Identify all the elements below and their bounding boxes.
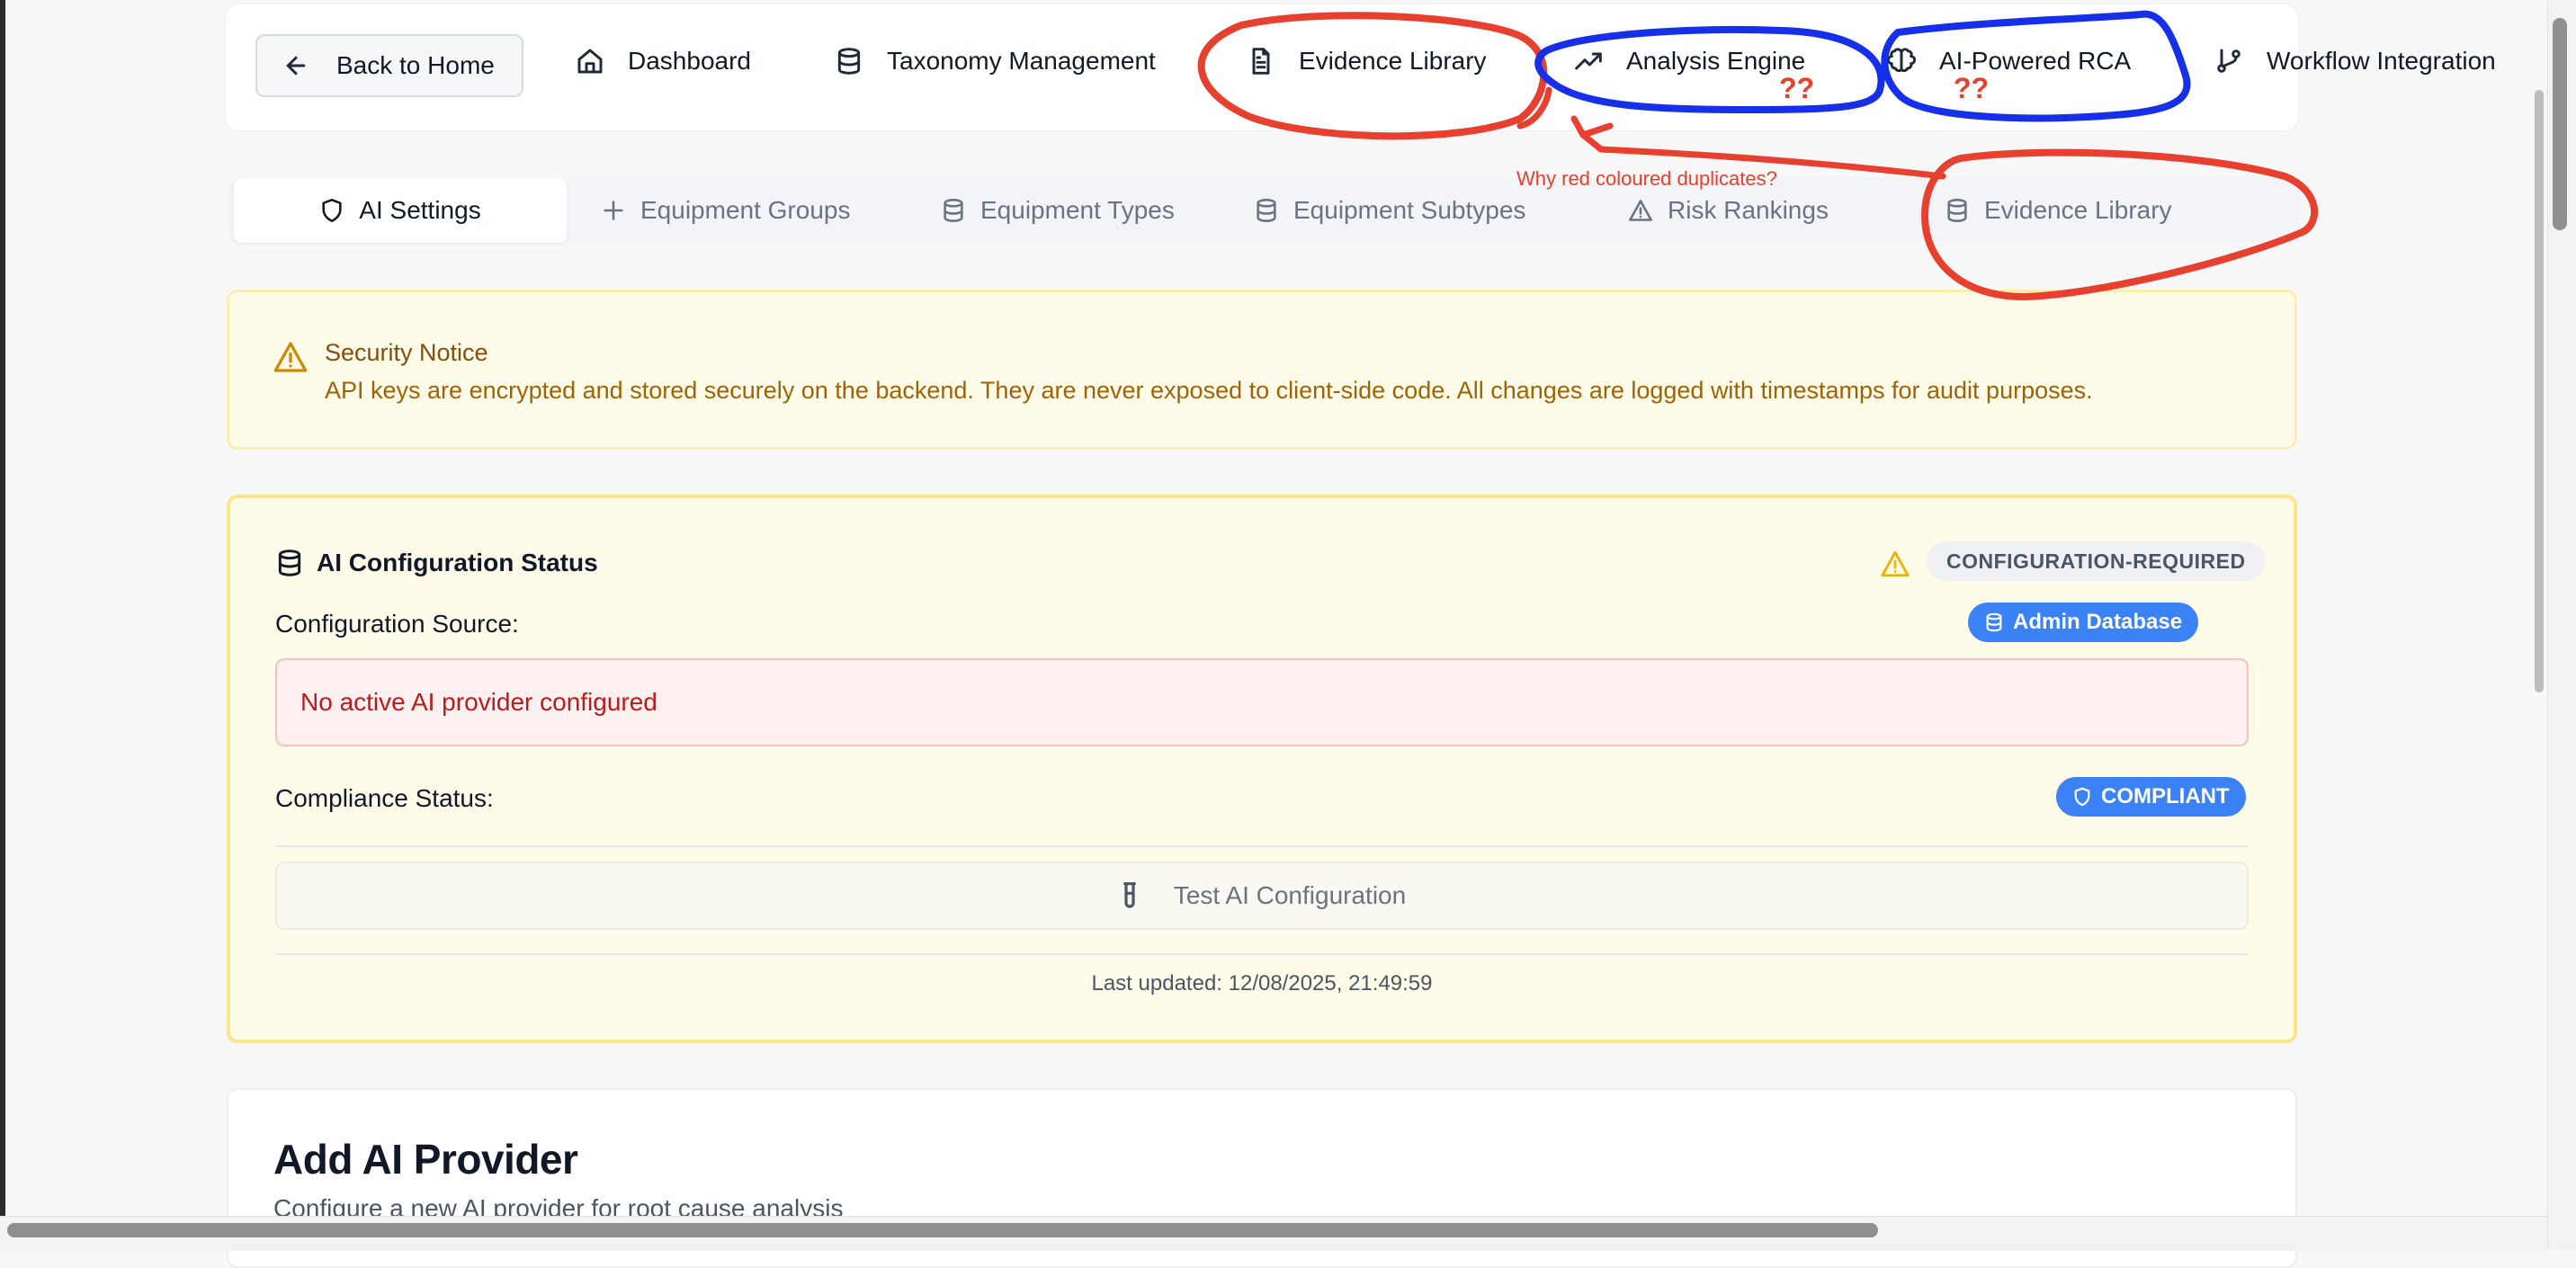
nav-item-label: Workflow Integration (2267, 47, 2496, 75)
home-icon (577, 49, 603, 74)
compliance-status-label: Compliance Status: (275, 784, 494, 812)
admin-tabs: AI Settings Equipment Groups Equipment T… (228, 178, 2301, 243)
tab-evidence-library[interactable]: Evidence Library (1945, 178, 2172, 243)
tab-label: AI Settings (359, 196, 481, 224)
section-title: Add AI Provider (273, 1136, 578, 1183)
back-to-home-button[interactable]: Back to Home (255, 34, 523, 97)
badge-label: COMPLIANT (2101, 784, 2230, 808)
divider (275, 953, 2249, 955)
annotation-question-marks: ?? (1954, 72, 1990, 104)
security-notice-title: Security Notice (325, 339, 488, 366)
test-tube-icon (1123, 882, 1136, 908)
status-badge: CONFIGURATION-REQUIRED (1927, 541, 2266, 581)
nav-item-dashboard[interactable]: Dashboard (576, 27, 751, 95)
warning-icon (273, 342, 308, 372)
nav-item-taxonomy-management[interactable]: Taxonomy Management (835, 27, 1156, 95)
app-window: Back to Home Dashboard Taxonomy Manageme… (0, 0, 2547, 1268)
nav-item-evidence-library[interactable]: Evidence Library (1247, 27, 1487, 95)
tab-label: Equipment Types (980, 196, 1175, 224)
warning-icon (1881, 550, 1910, 577)
plus-icon (604, 201, 623, 220)
test-ai-configuration-button[interactable]: Test AI Configuration (275, 862, 2249, 930)
window-edge (0, 0, 5, 1250)
divider (275, 845, 2249, 847)
last-updated-timestamp: Last updated: 12/08/2025, 21:49:59 (1091, 971, 1433, 996)
button-label: Test AI Configuration (1173, 881, 1407, 909)
tab-equipment-groups[interactable]: Equipment Groups (601, 178, 850, 243)
error-message: No active AI provider configured (275, 658, 2249, 746)
page-scroll-thumb[interactable] (2535, 90, 2544, 692)
security-notice-text: API keys are encrypted and stored secure… (325, 377, 2093, 404)
security-notice: Security Notice API keys are encrypted a… (227, 290, 2297, 450)
tab-equipment-subtypes[interactable]: Equipment Subtypes (1254, 178, 1525, 243)
brain-icon (1887, 48, 1916, 73)
tab-equipment-types[interactable]: Equipment Types (941, 178, 1175, 243)
tab-label: Risk Rankings (1668, 196, 1829, 224)
database-icon (1986, 612, 2002, 632)
nav-item-analysis-engine[interactable]: Analysis Engine (1574, 27, 1805, 95)
nav-item-ai-powered-rca[interactable]: AI-Powered RCA (1887, 27, 2131, 95)
warning-icon (1629, 200, 1652, 221)
database-icon (278, 549, 301, 576)
compliant-badge: COMPLIANT (2056, 777, 2246, 817)
tab-ai-settings[interactable]: AI Settings (234, 178, 567, 243)
database-icon (1257, 199, 1276, 222)
tab-label: Equipment Groups (640, 196, 851, 224)
annotation-question-marks: ?? (1779, 72, 1815, 104)
database-icon (837, 48, 861, 75)
vertical-scroll-thumb[interactable] (2553, 18, 2567, 230)
tab-label: Evidence Library (1984, 196, 2172, 224)
nav-item-workflow-integration[interactable]: Workflow Integration (2214, 27, 2496, 95)
shield-icon (322, 199, 342, 222)
back-to-home-label: Back to Home (336, 51, 495, 79)
ai-configuration-status-card: AI Configuration Status CONFIGURATION-RE… (227, 495, 2297, 1043)
git-branch-icon (2217, 49, 2241, 73)
arrow-left-icon (286, 56, 306, 76)
tab-label: Equipment Subtypes (1293, 196, 1526, 224)
database-icon (1947, 199, 1967, 222)
horizontal-scroll-thumb[interactable] (7, 1223, 1878, 1237)
nav-item-label: Taxonomy Management (887, 47, 1156, 75)
admin-database-badge: Admin Database (1968, 603, 2199, 642)
trending-up-icon (1575, 52, 1602, 70)
card-title: AI Configuration Status (317, 549, 598, 576)
shield-icon (2074, 787, 2090, 807)
nav-item-label: Dashboard (628, 47, 751, 75)
configuration-source-label: Configuration Source: (275, 610, 519, 638)
annotation-question: Why red coloured duplicates? (1516, 167, 1777, 190)
document-icon (1252, 48, 1270, 75)
badge-label: Admin Database (2013, 610, 2183, 634)
database-icon (944, 199, 963, 222)
nav-item-label: Evidence Library (1299, 47, 1487, 75)
